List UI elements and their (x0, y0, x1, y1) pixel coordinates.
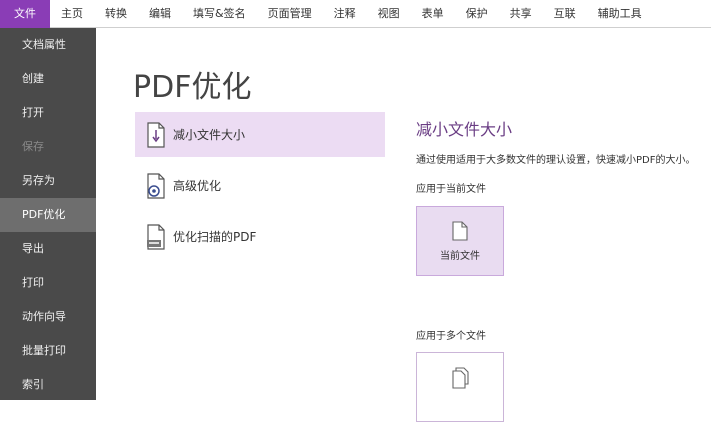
option-advanced-optimize[interactable]: 高级优化 (135, 163, 385, 208)
optimize-options: 减小文件大小 高级优化 优化扫描的PDF (135, 112, 385, 265)
tab-protect[interactable]: 保护 (455, 0, 499, 28)
page-title: PDF优化 (133, 70, 252, 105)
menu-bar: 文件 主页 转换 编辑 填写&签名 页面管理 注释 视图 表单 保护 共享 互联… (0, 0, 711, 28)
tab-connect[interactable]: 互联 (543, 0, 587, 28)
tab-accessibility[interactable]: 辅助工具 (587, 0, 653, 28)
tab-file[interactable]: 文件 (0, 0, 50, 28)
sidebar-item-index[interactable]: 索引 (0, 368, 96, 402)
file-sidebar: 文档属性 创建 打开 保存 另存为 PDF优化 导出 打印 动作向导 批量打印 … (0, 28, 96, 400)
option-optimize-scanned-pdf[interactable]: 优化扫描的PDF (135, 214, 385, 259)
sidebar-item-export[interactable]: 导出 (0, 232, 96, 266)
tab-share[interactable]: 共享 (499, 0, 543, 28)
option-reduce-file-size[interactable]: 减小文件大小 (135, 112, 385, 157)
tab-fill-sign[interactable]: 填写&签名 (182, 0, 257, 28)
multiple-files-button[interactable] (416, 352, 504, 422)
advanced-optimize-icon (145, 172, 167, 199)
current-file-button[interactable]: 当前文件 (416, 206, 504, 276)
sidebar-item-document-properties[interactable]: 文档属性 (0, 28, 96, 62)
tab-edit[interactable]: 编辑 (138, 0, 182, 28)
reduce-size-icon (145, 121, 167, 148)
current-file-button-label: 当前文件 (440, 251, 480, 262)
option-label: 高级优化 (173, 179, 222, 193)
option-label: 优化扫描的PDF (173, 230, 257, 244)
multi-file-section-label: 应用于多个文件 (416, 331, 486, 342)
sidebar-item-save[interactable]: 保存 (0, 130, 96, 164)
sidebar-item-open[interactable]: 打开 (0, 96, 96, 130)
tab-home[interactable]: 主页 (50, 0, 94, 28)
sidebar-item-save-as[interactable]: 另存为 (0, 164, 96, 198)
tab-view[interactable]: 视图 (367, 0, 411, 28)
sidebar-item-create[interactable]: 创建 (0, 62, 96, 96)
sidebar-item-action-wizard[interactable]: 动作向导 (0, 300, 96, 334)
option-label: 减小文件大小 (173, 128, 246, 142)
tab-convert[interactable]: 转换 (94, 0, 138, 28)
tab-comment[interactable]: 注释 (323, 0, 367, 28)
tab-page-management[interactable]: 页面管理 (257, 0, 323, 28)
sidebar-item-batch-print[interactable]: 批量打印 (0, 334, 96, 368)
document-icon (452, 221, 468, 241)
sidebar-item-pdf-optimize[interactable]: PDF优化 (0, 198, 96, 232)
tab-form[interactable]: 表单 (411, 0, 455, 28)
panel-description: 通过使用适用于大多数文件的理认设置，快速减小PDF的大小。 (416, 155, 696, 166)
sidebar-item-print[interactable]: 打印 (0, 266, 96, 300)
panel-title: 减小文件大小 (416, 120, 513, 139)
scanned-pdf-icon (145, 223, 167, 250)
multiple-documents-icon (452, 367, 469, 389)
current-file-section-label: 应用于当前文件 (416, 184, 486, 195)
